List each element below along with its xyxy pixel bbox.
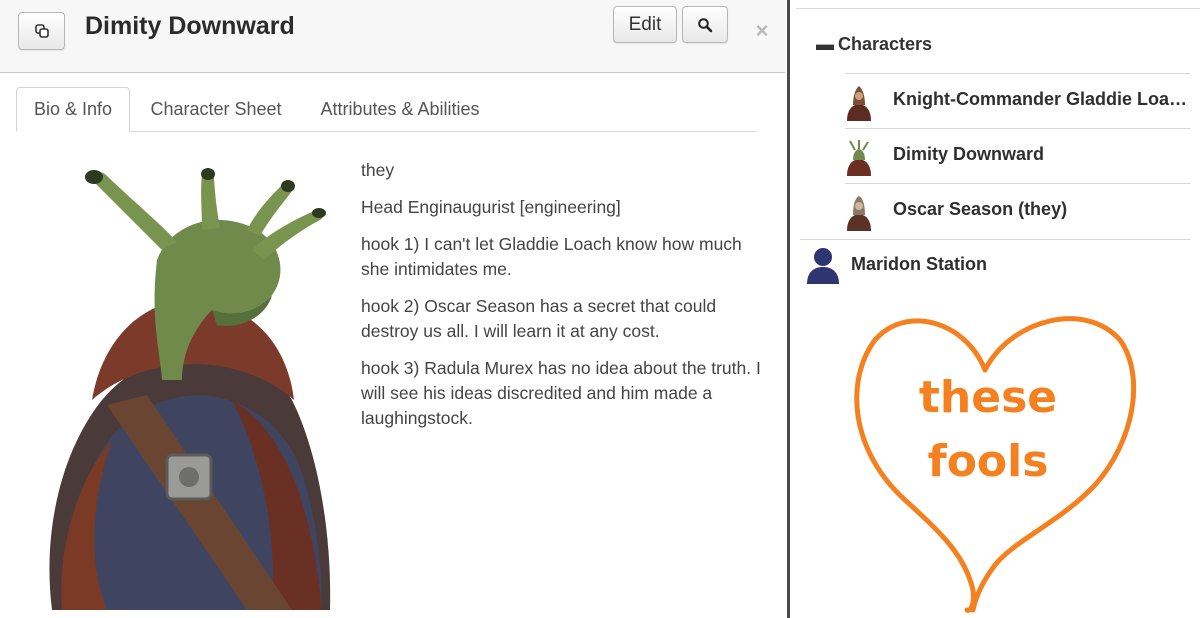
tab-attributes-abilities[interactable]: Attributes & Abilities <box>305 87 495 132</box>
collapse-icon[interactable]: ▬ <box>816 34 834 55</box>
edit-button[interactable]: Edit <box>613 6 677 43</box>
tab-character-sheet[interactable]: Character Sheet <box>140 87 292 132</box>
search-icon <box>698 17 713 32</box>
search-button[interactable] <box>682 6 728 43</box>
bio-line: hook 2) Oscar Season has a secret that c… <box>361 296 717 341</box>
character-avatar <box>847 140 871 176</box>
bio-line: they <box>361 160 395 180</box>
person-icon <box>807 248 839 284</box>
tab-bio-info[interactable]: Bio & Info <box>16 87 130 132</box>
character-avatar <box>847 86 871 121</box>
doodle-text-line: fools <box>927 436 1049 487</box>
folder-label: Characters <box>838 34 933 54</box>
bio-text: they Head Enginaugurist [engineering] ho… <box>361 158 761 443</box>
journal-item-character[interactable]: Dimity Downward <box>845 128 1190 183</box>
character-name: Oscar Season (they) <box>893 199 1068 219</box>
close-icon[interactable]: × <box>752 18 772 43</box>
popout-icon <box>34 24 49 38</box>
popout-button[interactable] <box>18 12 65 50</box>
character-avatar <box>847 196 871 231</box>
journal-item-character[interactable]: Oscar Season (they) <box>845 183 1190 238</box>
bio-line: hook 1) I can't let Gladdie Loach know h… <box>361 234 742 279</box>
character-name: Knight-Commander Gladdie Loac... <box>893 89 1193 109</box>
character-portrait <box>49 168 331 610</box>
character-name: Dimity Downward <box>893 144 1045 164</box>
handout-name: Maridon Station <box>851 254 987 274</box>
journal-top-divider <box>796 8 1200 9</box>
bio-line: Head Enginaugurist [engineering] <box>361 197 621 217</box>
bio-line: hook 3) Radula Murex has no idea about t… <box>361 358 761 428</box>
character-dialog: Dimity Downward Edit × Bio & Info Charac… <box>0 0 785 618</box>
dialog-titlebar: Dimity Downward Edit × <box>0 0 785 73</box>
folder-characters[interactable]: ▬ Characters <box>816 34 932 55</box>
dialog-title: Dimity Downward <box>85 12 295 40</box>
panel-divider <box>787 0 790 618</box>
journal-item-character[interactable]: Knight-Commander Gladdie Loac... <box>845 73 1193 128</box>
doodle-text-line: these <box>918 372 1058 423</box>
journal-item-handout[interactable]: Maridon Station <box>800 239 1190 289</box>
